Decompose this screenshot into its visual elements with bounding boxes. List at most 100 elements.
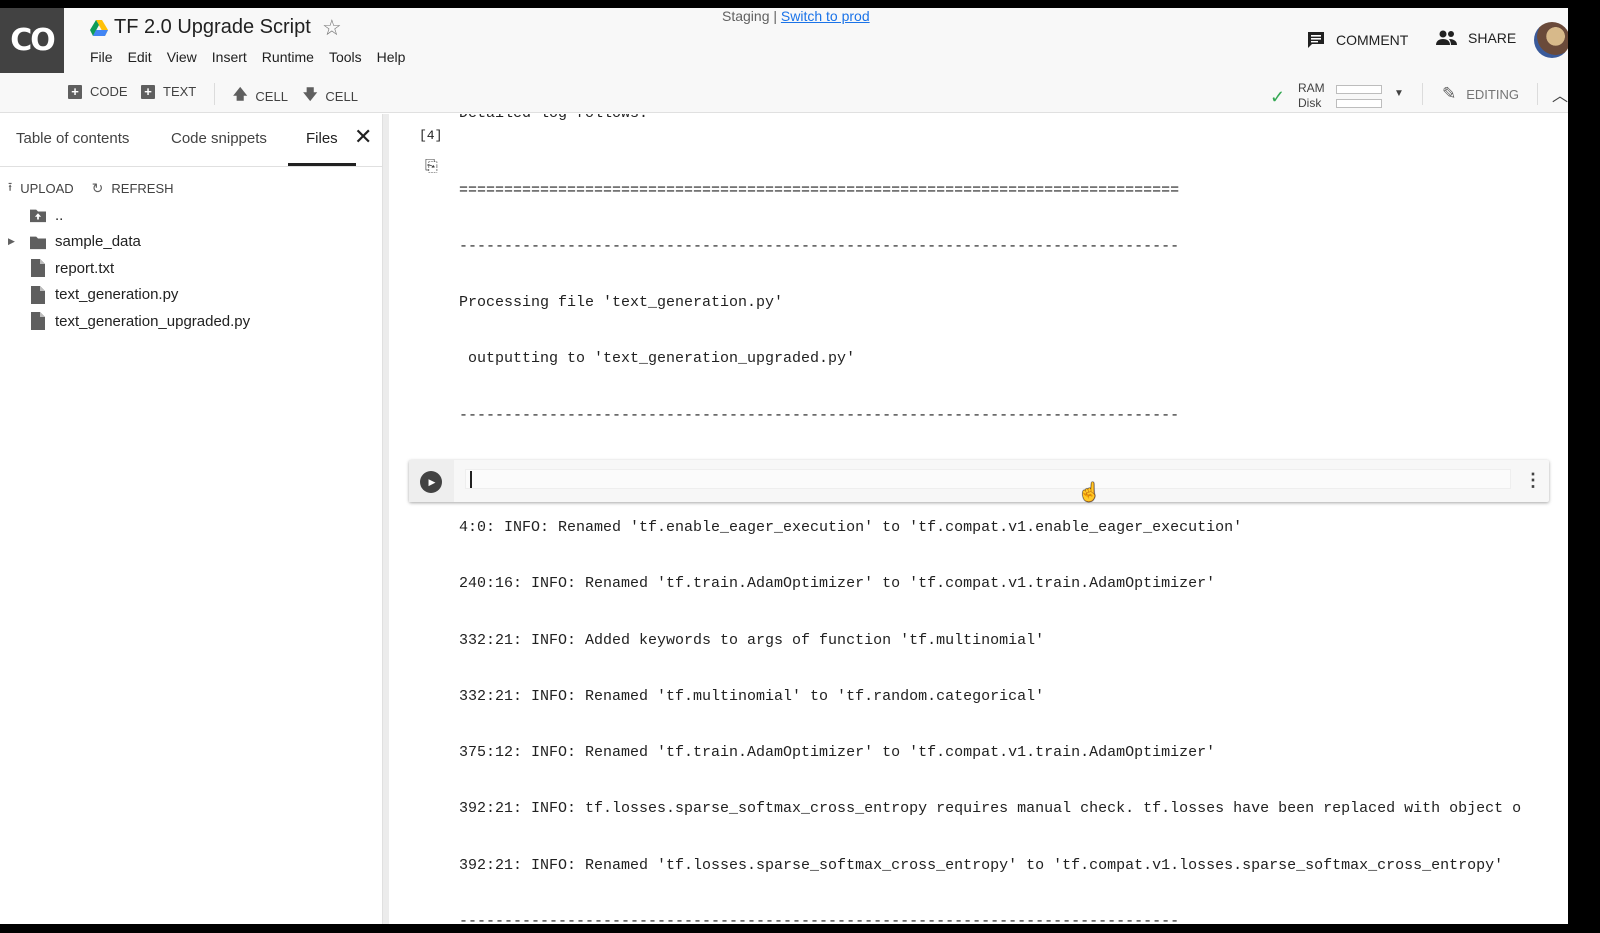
file-icon <box>31 259 45 278</box>
move-cell-up-button[interactable]: 🡅 CELL <box>233 84 288 108</box>
output-partial-line: Detailed log follows: <box>459 114 648 122</box>
comment-label: COMMENT <box>1336 32 1409 48</box>
chevron-up-icon[interactable]: ︿ <box>1552 82 1568 106</box>
active-tab-indicator <box>288 163 356 166</box>
execution-count: [4] <box>419 128 443 143</box>
output-line: 4:0: INFO: Renamed 'tf.enable_eager_exec… <box>459 519 1243 536</box>
cell-output: ========================================… <box>459 144 1522 925</box>
file-name: text_generation.py <box>55 286 179 304</box>
file-item-sample-data[interactable]: ▶ sample_data <box>0 229 383 256</box>
file-item-text-generation-upgraded-py[interactable]: text_generation_upgraded.py <box>0 308 383 335</box>
file-name: text_generation_upgraded.py <box>55 312 251 330</box>
toolbar-divider <box>1422 83 1423 105</box>
pencil-icon: ✎ <box>1442 84 1457 103</box>
code-editor[interactable] <box>465 469 1511 489</box>
connected-check-icon: ✓ <box>1270 87 1286 107</box>
ram-label: RAM <box>1298 81 1325 95</box>
chevron-down-icon[interactable]: ▼ <box>1394 88 1404 99</box>
output-line: 392:21: INFO: Renamed 'tf.losses.sparse_… <box>459 856 1504 874</box>
close-icon[interactable]: ✕ <box>354 124 372 150</box>
output-line: 332:21: INFO: Added keywords to args of … <box>459 631 1045 649</box>
expand-caret-icon[interactable]: ▶ <box>8 236 15 247</box>
toolbar-divider <box>1537 83 1538 105</box>
ram-bar <box>1336 85 1382 94</box>
menu-edit[interactable]: Edit <box>128 49 152 65</box>
file-name: sample_data <box>55 233 141 251</box>
disk-bar <box>1336 99 1382 108</box>
add-text-button[interactable]: + TEXT <box>141 84 196 99</box>
add-code-label: CODE <box>90 84 128 99</box>
output-line: 332:21: INFO: Renamed 'tf.multinomial' t… <box>459 687 1045 705</box>
share-label: SHARE <box>1468 30 1517 46</box>
output-line: 240:16: INFO: Renamed 'tf.train.AdamOpti… <box>459 575 1216 593</box>
staging-banner: Staging | Switch to prod <box>722 8 870 24</box>
file-actions: ⭱ UPLOAD ↻ REFRESH <box>8 178 174 199</box>
file-item-text-generation-py[interactable]: text_generation.py <box>0 282 383 309</box>
switch-to-prod-link[interactable]: Switch to prod <box>781 8 870 24</box>
colab-logo[interactable]: CO <box>0 8 64 73</box>
menu-file[interactable]: File <box>90 49 113 65</box>
output-line: ========================================… <box>459 181 1180 199</box>
menu-insert[interactable]: Insert <box>212 49 247 65</box>
tab-code-snippets[interactable]: Code snippets <box>171 130 267 147</box>
star-icon[interactable]: ☆ <box>322 15 342 41</box>
file-item-report-txt[interactable]: report.txt <box>0 255 383 282</box>
output-line: ----------------------------------------… <box>459 406 1180 424</box>
upload-button[interactable]: ⭱ UPLOAD <box>8 178 74 199</box>
share-button[interactable]: SHARE <box>1436 30 1516 46</box>
folder-up-icon <box>30 209 46 223</box>
notebook-title[interactable]: TF 2.0 Upgrade Script <box>114 16 311 39</box>
sidebar-tabs: Table of contents Code snippets Files ✕ <box>0 114 383 167</box>
move-cell-down-button[interactable]: 🡇 CELL <box>303 84 358 108</box>
arrow-down-icon: 🡇 <box>303 86 318 102</box>
run-cell-button[interactable]: ▶ <box>420 471 442 493</box>
people-icon <box>1436 30 1457 45</box>
editing-mode-button[interactable]: ✎ EDITING <box>1442 84 1519 104</box>
notebook-area: Detailed log follows: [4] ⎘ ============… <box>389 114 1568 924</box>
cell-down-label: CELL <box>325 88 358 104</box>
output-actions-icon[interactable]: ⎘ <box>425 158 438 176</box>
refresh-label: REFRESH <box>111 181 174 196</box>
sidebar: Table of contents Code snippets Files ✕ … <box>0 114 383 924</box>
colab-window: CO TF 2.0 Upgrade Script ☆ Staging | Swi… <box>0 8 1568 924</box>
file-name: report.txt <box>55 259 115 277</box>
menu-runtime[interactable]: Runtime <box>262 49 314 65</box>
text-cursor <box>470 471 472 488</box>
output-line: Processing file 'text_generation.py' <box>459 294 784 311</box>
file-tree: .. ▶ sample_data report.txt text_generat… <box>0 202 383 335</box>
menu-view[interactable]: View <box>167 49 197 65</box>
tab-files[interactable]: Files <box>306 130 338 147</box>
output-line: 375:12: INFO: Renamed 'tf.train.AdamOpti… <box>459 744 1216 761</box>
tab-table-of-contents[interactable]: Table of contents <box>16 130 129 147</box>
add-text-label: TEXT <box>163 84 197 99</box>
output-line: ----------------------------------------… <box>459 912 1180 924</box>
folder-icon <box>30 236 46 249</box>
menu-tools[interactable]: Tools <box>329 49 362 65</box>
add-code-button[interactable]: + CODE <box>68 84 128 99</box>
avatar[interactable] <box>1534 22 1568 58</box>
more-vert-icon[interactable]: ⋮ <box>1524 470 1542 491</box>
file-item-parent[interactable]: .. <box>0 202 383 229</box>
upload-label: UPLOAD <box>20 181 74 196</box>
output-line: 392:21: INFO: tf.losses.sparse_softmax_c… <box>459 800 1522 818</box>
add-icon: + <box>68 84 82 99</box>
output-line: ----------------------------------------… <box>459 237 1180 255</box>
upload-icon: ⭱ <box>8 180 13 194</box>
output-line: outputting to 'text_generation_upgraded.… <box>459 350 856 368</box>
comment-button[interactable]: COMMENT <box>1306 30 1408 50</box>
cell-gutter: ▶ <box>409 460 454 502</box>
file-icon <box>31 312 45 331</box>
arrow-up-icon: 🡅 <box>233 86 248 102</box>
disk-label: Disk <box>1298 96 1322 110</box>
code-cell[interactable]: ▶ ⋮ <box>409 460 1549 502</box>
refresh-button[interactable]: ↻ REFRESH <box>92 178 174 199</box>
menu-help[interactable]: Help <box>377 49 406 65</box>
cell-up-label: CELL <box>255 88 288 104</box>
file-name: .. <box>55 206 64 224</box>
resource-monitor[interactable]: ✓ RAM Disk ▼ <box>1270 79 1410 110</box>
toolbar-divider <box>214 83 215 105</box>
google-drive-icon <box>90 20 108 36</box>
refresh-icon: ↻ <box>91 180 104 196</box>
comment-icon <box>1308 32 1324 48</box>
header: CO TF 2.0 Upgrade Script ☆ Staging | Swi… <box>0 8 1568 75</box>
